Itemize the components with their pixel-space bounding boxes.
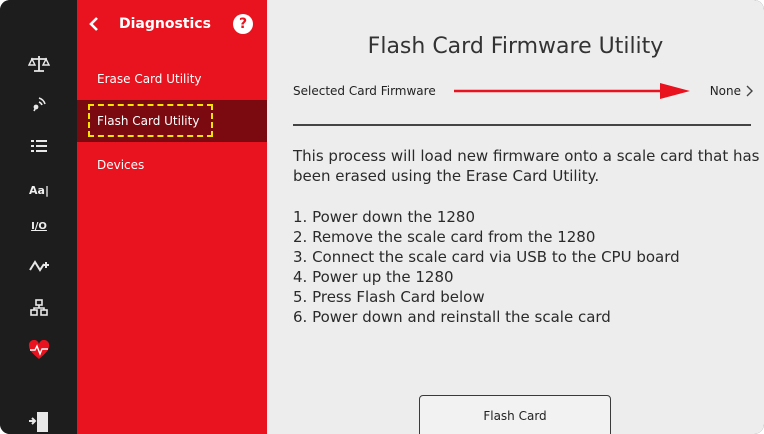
menu-item-devices[interactable]: Devices bbox=[77, 144, 267, 186]
step-item: 2. Remove the scale card from the 1280 bbox=[293, 228, 596, 246]
page-title: Flash Card Firmware Utility bbox=[367, 34, 664, 59]
menu-header: Diagnostics ? bbox=[77, 10, 267, 40]
io-label: I/O bbox=[31, 220, 47, 232]
setting-label: Selected Card Firmware bbox=[293, 84, 436, 98]
app-window: Aa| I/O Diagnostics ? Erase Card Utility… bbox=[0, 0, 764, 434]
step-item: 1. Power down the 1280 bbox=[293, 208, 475, 226]
arrow-annotation bbox=[454, 83, 690, 99]
divider bbox=[293, 124, 751, 126]
menu-title: Diagnostics bbox=[119, 16, 211, 32]
step-item: 3. Connect the scale card via USB to the… bbox=[293, 248, 680, 266]
main-content: Flash Card Firmware Utility Selected Car… bbox=[267, 0, 764, 434]
step-item: 4. Power up the 1280 bbox=[293, 268, 454, 286]
setting-value: None bbox=[709, 84, 741, 98]
flash-card-button[interactable]: Flash Card bbox=[419, 395, 611, 434]
routing-icon[interactable] bbox=[24, 254, 54, 278]
wireless-icon[interactable] bbox=[24, 90, 54, 114]
text-size-icon[interactable]: Aa| bbox=[24, 178, 54, 202]
menu-item-erase-card-utility[interactable]: Erase Card Utility bbox=[77, 58, 267, 100]
door-exit-icon[interactable] bbox=[24, 410, 54, 434]
text-size-label: Aa| bbox=[29, 183, 49, 197]
menu-item-label: Devices bbox=[97, 158, 145, 172]
network-icon[interactable] bbox=[24, 296, 54, 320]
menu-item-flash-card-utility[interactable]: Flash Card Utility bbox=[77, 100, 267, 142]
list-icon[interactable] bbox=[24, 134, 54, 158]
help-icon[interactable]: ? bbox=[233, 14, 253, 34]
chevron-left-icon[interactable] bbox=[87, 16, 101, 32]
chevron-right-icon bbox=[746, 85, 753, 97]
menu-item-label: Erase Card Utility bbox=[97, 72, 202, 86]
heart-pulse-icon[interactable] bbox=[24, 338, 54, 362]
icon-rail: Aa| I/O bbox=[0, 0, 77, 434]
diagnostics-menu: Diagnostics ? Erase Card Utility Flash C… bbox=[77, 0, 267, 434]
scale-icon[interactable] bbox=[24, 52, 54, 76]
menu-item-label: Flash Card Utility bbox=[97, 114, 200, 128]
step-item: 6. Power down and reinstall the scale ca… bbox=[293, 308, 611, 326]
io-icon[interactable]: I/O bbox=[24, 214, 54, 238]
instructions-description: This process will load new firmware onto… bbox=[293, 147, 760, 185]
instruction-steps: 1. Power down the 1280 2. Remove the sca… bbox=[293, 207, 763, 327]
step-item: 5. Press Flash Card below bbox=[293, 288, 485, 306]
